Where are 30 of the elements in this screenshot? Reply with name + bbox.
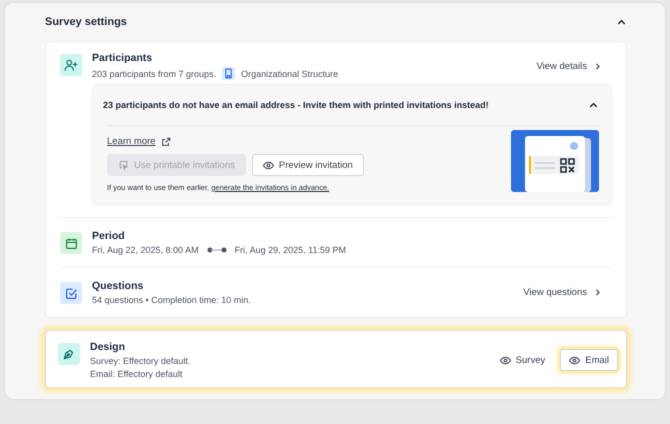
participants-summary: 203 participants from 7 groups. bbox=[92, 68, 216, 78]
pen-icon bbox=[62, 347, 76, 361]
preview-button[interactable]: Preview invitation bbox=[252, 154, 364, 176]
building-icon bbox=[222, 67, 236, 80]
section-title: Design bbox=[90, 341, 126, 353]
alert-message: 23 participants do not have an email address - Invite them with printed invitations instead! bbox=[103, 100, 489, 110]
view-details-link[interactable]: View details bbox=[536, 60, 602, 72]
learn-more-link[interactable]: Learn more bbox=[107, 136, 156, 147]
section-title: Participants bbox=[92, 52, 154, 64]
section-title: Period bbox=[92, 230, 126, 242]
section-title: Questions bbox=[92, 280, 144, 292]
calendar-icon bbox=[64, 236, 78, 250]
preview-button[interactable]: Email bbox=[560, 349, 618, 371]
chevron-right-icon bbox=[593, 288, 602, 297]
view-questions-link[interactable]: View questions bbox=[523, 287, 602, 298]
range-connector-icon bbox=[206, 247, 227, 253]
chevron-right-icon bbox=[593, 62, 602, 70]
start-date: Fri, Aug 22, 2025, 8:00 AM bbox=[92, 245, 199, 255]
source-label: Organizational Structure bbox=[241, 68, 338, 78]
design-detail: Survey: Effectory default. bbox=[90, 356, 192, 366]
eye-icon bbox=[569, 354, 580, 366]
end-date: Fri, Aug 29, 2025, 11:59 PM bbox=[234, 245, 346, 255]
add-person-icon bbox=[64, 58, 78, 72]
external-link-icon bbox=[160, 136, 171, 146]
questions-summary: 54 questions • Completion time: 10 min. bbox=[92, 295, 252, 305]
checkbox-icon bbox=[64, 286, 78, 300]
panel-title: Survey settings bbox=[45, 16, 127, 28]
design-detail: Email: Effectory default bbox=[90, 369, 184, 379]
eye-icon bbox=[500, 354, 511, 366]
eye-icon bbox=[262, 160, 274, 170]
